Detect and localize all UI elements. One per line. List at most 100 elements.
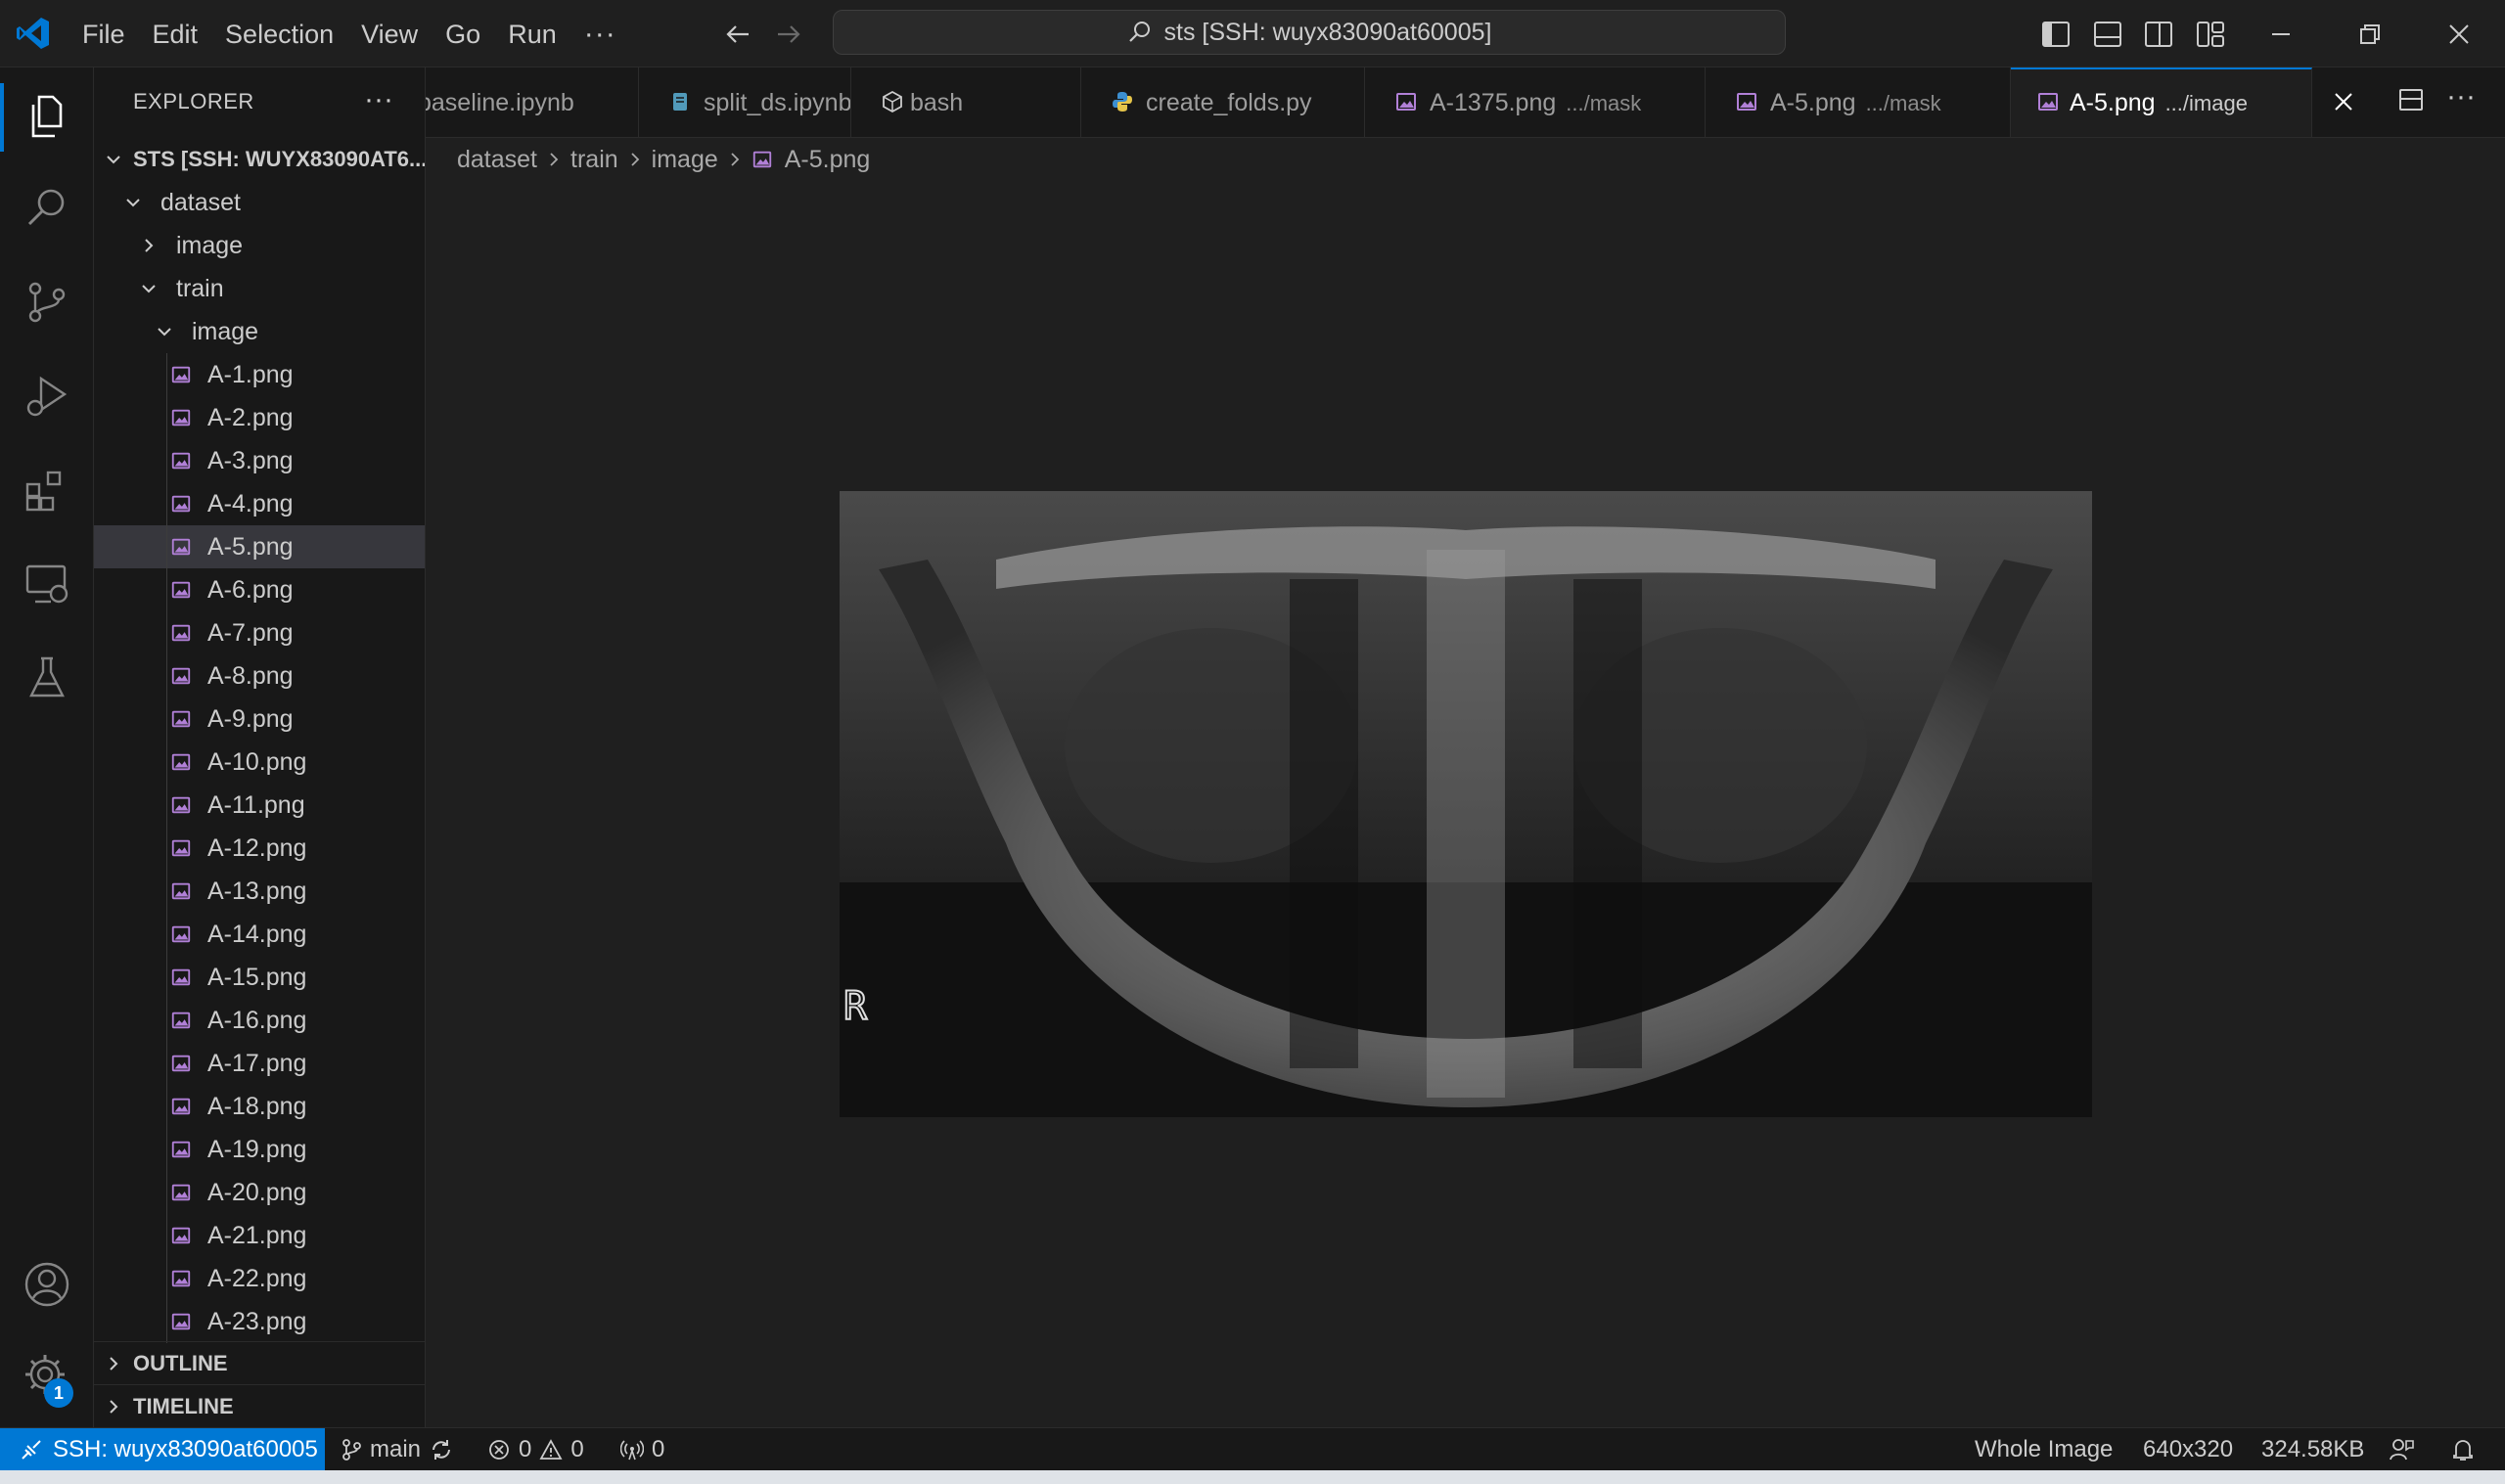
toggle-primary-sidebar-icon[interactable]: [2039, 18, 2072, 51]
search-icon[interactable]: [22, 183, 72, 234]
file-item[interactable]: A-3.png: [94, 439, 425, 482]
image-dimensions-status[interactable]: 640x320: [2143, 1428, 2233, 1470]
breadcrumb-item[interactable]: train: [570, 146, 618, 174]
breadcrumb-item[interactable]: image: [652, 146, 718, 174]
folder-train-image[interactable]: image: [94, 310, 425, 353]
back-arrow-icon[interactable]: [721, 18, 754, 51]
remote-indicator[interactable]: SSH: wuyx83090at60005: [0, 1428, 325, 1470]
editor-more-actions-button[interactable]: ···: [2446, 82, 2476, 112]
ports-status[interactable]: 0: [620, 1428, 664, 1470]
customize-layout-icon[interactable]: [2194, 18, 2227, 51]
restore-icon[interactable]: [2352, 18, 2386, 51]
feedback-icon[interactable]: [2388, 1428, 2415, 1470]
forward-arrow-icon[interactable]: [772, 18, 805, 51]
image-file-icon: [171, 1184, 191, 1201]
tab-create-folds-py[interactable]: create_folds.py: [1081, 67, 1365, 137]
file-item[interactable]: A-2.png: [94, 396, 425, 439]
file-item[interactable]: A-6.png: [94, 568, 425, 611]
zoom-status[interactable]: Whole Image: [1975, 1428, 2113, 1470]
tab-label: A-5.png: [1770, 89, 1856, 116]
menu-selection[interactable]: Selection: [211, 11, 347, 58]
image-file-icon: [171, 1270, 191, 1287]
tab-bash[interactable]: bash: [851, 67, 1081, 137]
tab-split-ds-ipynb[interactable]: split_ds.ipynb: [639, 67, 851, 137]
breadcrumb-item[interactable]: dataset: [457, 146, 537, 174]
folder-image[interactable]: image: [94, 224, 425, 267]
testing-icon[interactable]: [22, 652, 72, 703]
folder-dataset[interactable]: dataset: [94, 181, 425, 224]
folder-train[interactable]: train: [94, 267, 425, 310]
chevron-right-icon: [145, 239, 154, 252]
toggle-secondary-sidebar-icon[interactable]: [2142, 18, 2175, 51]
file-item[interactable]: A-5.png: [94, 525, 425, 568]
file-item[interactable]: A-16.png: [94, 999, 425, 1042]
file-item[interactable]: A-7.png: [94, 611, 425, 654]
chevron-right-icon: [550, 153, 559, 166]
file-item[interactable]: A-14.png: [94, 913, 425, 956]
file-item[interactable]: A-10.png: [94, 741, 425, 784]
file-item[interactable]: A-4.png: [94, 482, 425, 525]
menu-run[interactable]: Run: [494, 11, 570, 58]
tab-a-5-mask[interactable]: A-5.png .../mask: [1706, 67, 2011, 137]
tab-label: A-1375.png: [1430, 89, 1557, 116]
terminal-cube-icon: [883, 90, 902, 113]
image-file-icon: [171, 1098, 191, 1115]
file-item[interactable]: A-13.png: [94, 870, 425, 913]
file-item[interactable]: A-8.png: [94, 654, 425, 697]
file-item[interactable]: A-22.png: [94, 1257, 425, 1300]
problems-status[interactable]: 0 0: [487, 1428, 584, 1470]
command-center-search[interactable]: sts [SSH: wuyx83090at60005]: [833, 10, 1786, 55]
active-view-indicator: [0, 83, 4, 152]
accounts-icon[interactable]: [22, 1259, 72, 1310]
file-item[interactable]: A-23.png: [94, 1300, 425, 1343]
image-size-status[interactable]: 324.58KB: [2261, 1428, 2364, 1470]
file-item[interactable]: A-20.png: [94, 1171, 425, 1214]
file-item[interactable]: A-18.png: [94, 1085, 425, 1128]
status-bar: SSH: wuyx83090at60005 main 0 0 0 Whole I…: [0, 1427, 2505, 1470]
menu-go[interactable]: Go: [432, 11, 494, 58]
image-file-icon: [171, 366, 191, 383]
close-window-icon[interactable]: [2442, 18, 2476, 51]
menu-view[interactable]: View: [347, 11, 432, 58]
xray-image-preview[interactable]: R: [840, 491, 2092, 1117]
split-editor-icon[interactable]: [2397, 86, 2425, 113]
timeline-section-header[interactable]: TIMELINE: [94, 1384, 425, 1427]
extensions-icon[interactable]: [22, 465, 72, 516]
branch-status[interactable]: main: [341, 1428, 454, 1470]
file-item[interactable]: A-11.png: [94, 784, 425, 827]
tab-a-5-image-active[interactable]: A-5.png .../image: [2011, 67, 2312, 137]
run-debug-icon[interactable]: [22, 371, 72, 422]
file-item[interactable]: A-15.png: [94, 956, 425, 999]
image-file-icon: [171, 1141, 191, 1158]
search-icon: [1127, 20, 1153, 45]
menu-more-button[interactable]: ···: [570, 11, 630, 58]
notifications-bell-icon[interactable]: [2450, 1428, 2476, 1470]
file-item[interactable]: A-19.png: [94, 1128, 425, 1171]
indent-guide: [166, 654, 167, 697]
source-control-icon[interactable]: [22, 277, 72, 328]
sync-icon[interactable]: [429, 1437, 454, 1462]
tab-a-1375-mask[interactable]: A-1375.png .../mask: [1365, 67, 1706, 137]
file-item[interactable]: A-21.png: [94, 1214, 425, 1257]
file-item[interactable]: A-1.png: [94, 353, 425, 396]
close-tab-icon[interactable]: [2333, 91, 2354, 112]
minimize-icon[interactable]: [2264, 18, 2298, 51]
tab-label: bash: [910, 89, 964, 116]
outline-section-header[interactable]: OUTLINE: [94, 1341, 425, 1384]
menu-edit[interactable]: Edit: [139, 11, 212, 58]
remote-explorer-icon[interactable]: [22, 559, 72, 609]
indent-guide: [166, 913, 167, 956]
file-item[interactable]: A-9.png: [94, 697, 425, 741]
breadcrumb-item[interactable]: A-5.png: [785, 146, 871, 174]
workspace-root-folder[interactable]: STS [SSH: WUYX83090AT6...: [94, 138, 425, 181]
file-label: A-17.png: [207, 1050, 307, 1077]
file-item[interactable]: A-12.png: [94, 827, 425, 870]
indent-guide: [166, 870, 167, 913]
tab-baseline-ipynb[interactable]: baseline.ipynb: [426, 67, 639, 137]
explorer-icon[interactable]: [22, 91, 72, 142]
editor-tab-bar: baseline.ipynb split_ds.ipynb bash creat…: [426, 67, 2505, 138]
sidebar-more-actions-button[interactable]: ···: [364, 85, 393, 114]
file-item[interactable]: A-17.png: [94, 1042, 425, 1085]
toggle-panel-icon[interactable]: [2091, 18, 2124, 51]
menu-file[interactable]: File: [68, 11, 139, 58]
